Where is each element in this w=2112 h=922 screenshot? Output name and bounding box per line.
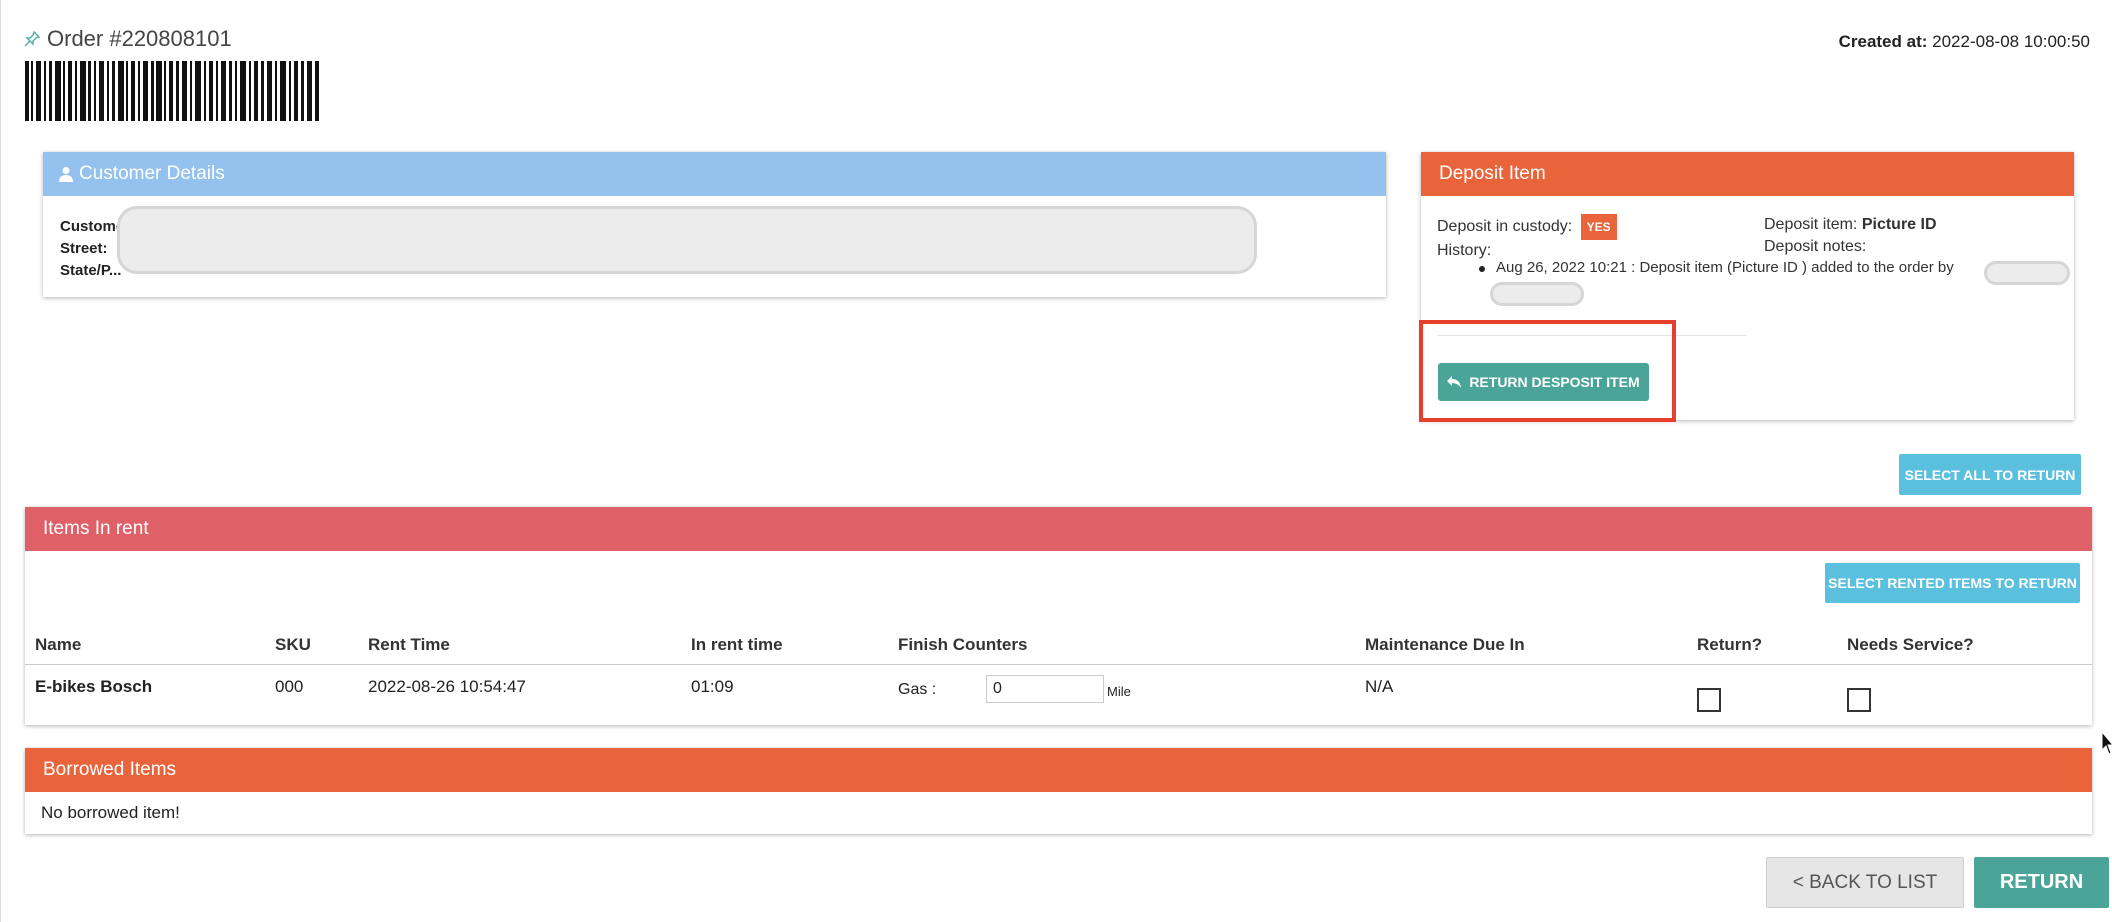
- gas-counter-input[interactable]: [986, 675, 1104, 703]
- redacted-customer-info: [117, 206, 1257, 274]
- deposit-item-label: Deposit item:: [1764, 216, 1858, 233]
- col-rent-time: Rent Time: [368, 635, 450, 654]
- return-checkbox[interactable]: [1697, 688, 1721, 712]
- borrowed-items-panel: Borrowed Items No borrowed item!: [25, 748, 2092, 834]
- customer-details-body: Customer Street: State/P...: [43, 196, 1386, 282]
- customer-details-panel: Customer Details Customer Street: State/…: [43, 152, 1386, 297]
- gas-counter-unit: Mile: [1107, 684, 1131, 699]
- mouse-cursor-icon: [2102, 732, 2112, 755]
- item-in-rent-time: 01:09: [691, 677, 734, 696]
- redacted-user-name: [1984, 261, 2070, 285]
- deposit-item-row: Deposit item: Picture ID: [1764, 214, 1937, 236]
- col-maintenance-due: Maintenance Due In: [1365, 635, 1525, 654]
- items-in-rent-panel: Items In rent SELECT RENTED ITEMS TO RET…: [25, 507, 2092, 725]
- pin-icon: [24, 30, 41, 47]
- deposit-item-value: Picture ID: [1861, 216, 1937, 233]
- deposit-right-column: Deposit item: Picture ID Deposit notes:: [1764, 214, 1937, 258]
- col-needs-service: Needs Service?: [1847, 635, 1974, 654]
- col-finish-counters: Finish Counters: [898, 635, 1028, 654]
- history-bullet: [1479, 266, 1485, 272]
- col-sku: SKU: [275, 635, 311, 654]
- deposit-left-column: Deposit in custody: YES History:: [1437, 214, 1617, 262]
- created-at: Created at: 2022-08-08 10:00:50: [1839, 32, 2090, 52]
- return-button[interactable]: RETURN: [1974, 857, 2109, 908]
- borrowed-items-header: Borrowed Items: [25, 748, 2092, 792]
- reply-icon: [1447, 376, 1462, 388]
- return-deposit-item-button[interactable]: RETURN DESPOSIT ITEM: [1438, 363, 1649, 401]
- deposit-item-header: Deposit Item: [1421, 152, 2074, 196]
- select-rented-items-button[interactable]: SELECT RENTED ITEMS TO RETURN: [1825, 563, 2080, 603]
- order-number: Order #220808101: [47, 26, 232, 51]
- deposit-notes-label: Deposit notes:: [1764, 238, 1867, 255]
- order-page: Order #220808101 Created at: 2022-08-08 …: [0, 0, 2112, 922]
- order-title: Order #220808101: [23, 26, 232, 52]
- items-table-header: Name SKU Rent Time In rent time Finish C…: [25, 625, 2092, 665]
- custody-yes-badge: YES: [1580, 214, 1617, 240]
- table-row: E-bikes Bosch 000 2022-08-26 10:54:47 01…: [25, 665, 2092, 725]
- gas-counter-label: Gas :: [898, 681, 937, 698]
- barcode-image: [25, 61, 319, 121]
- deposit-custody-row: Deposit in custody: YES: [1437, 214, 1617, 240]
- needs-service-checkbox[interactable]: [1847, 688, 1871, 712]
- no-borrowed-items-text: No borrowed item!: [41, 803, 180, 822]
- select-all-to-return-button[interactable]: SELECT ALL TO RETURN: [1899, 454, 2081, 495]
- item-maintenance-due: N/A: [1365, 677, 1394, 696]
- back-to-list-button[interactable]: < BACK TO LIST: [1766, 857, 1964, 908]
- item-sku: 000: [275, 677, 304, 696]
- created-label: Created at:: [1838, 32, 1928, 51]
- item-rent-time: 2022-08-26 10:54:47: [368, 677, 526, 696]
- customer-details-header: Customer Details: [43, 152, 1386, 196]
- deposit-custody-label: Deposit in custody:: [1437, 218, 1573, 236]
- col-in-rent-time: In rent time: [691, 635, 783, 654]
- user-icon: [59, 167, 73, 182]
- history-entry: Aug 26, 2022 10:21 : Deposit item (Pictu…: [1496, 259, 1954, 276]
- created-value: 2022-08-08 10:00:50: [1932, 32, 2090, 51]
- col-return: Return?: [1697, 635, 1763, 654]
- redacted-user-name-2: [1490, 282, 1584, 306]
- items-in-rent-header: Items In rent: [25, 507, 2092, 551]
- return-deposit-item-label: RETURN DESPOSIT ITEM: [1469, 374, 1640, 390]
- col-name: Name: [35, 635, 82, 654]
- item-name: E-bikes Bosch: [35, 677, 153, 696]
- customer-details-title: Customer Details: [79, 163, 225, 184]
